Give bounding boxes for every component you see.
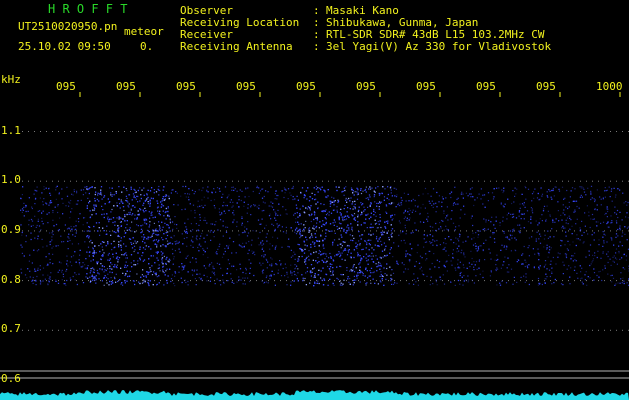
signal-level-trace xyxy=(0,390,629,400)
x-tick-label: 095 xyxy=(236,80,256,93)
x-tick-label: 095 xyxy=(416,80,436,93)
x-tick-label: 095 xyxy=(476,80,496,93)
filename-label: UT2510020950.pn xyxy=(18,20,118,33)
x-tick-label: 1000 xyxy=(596,80,623,93)
y-tick-label: 0.6 xyxy=(1,372,21,385)
y-tick-label: 1.1 xyxy=(1,124,21,137)
x-tick-label: 095 xyxy=(56,80,76,93)
x-tick-label: 095 xyxy=(536,80,556,93)
x-tick-label: 095 xyxy=(296,80,316,93)
x-tick-label: 095 xyxy=(356,80,376,93)
spectrogram-display xyxy=(0,92,629,400)
datetime-label: 25.10.02 09:50 xyxy=(18,40,111,53)
info-separator: : xyxy=(313,40,320,53)
y-tick-label: 0.7 xyxy=(1,322,21,335)
mode-label: meteor xyxy=(124,25,164,38)
x-tick-label: 095 xyxy=(116,80,136,93)
grid-lines xyxy=(22,131,629,331)
count-label: 0. xyxy=(140,40,154,53)
x-tick-label: 095 xyxy=(176,80,196,93)
app-title: H R O F F T xyxy=(48,2,128,16)
antenna-value: 3el Yagi(V) Az 330 for Vladivostok xyxy=(326,40,552,53)
y-tick-label: 0.8 xyxy=(1,273,21,286)
y-tick-label: 0.9 xyxy=(1,223,21,236)
antenna-label: Receiving Antenna xyxy=(180,40,293,53)
y-tick-label: 1.0 xyxy=(1,173,21,186)
spectrogram-noise xyxy=(20,185,629,287)
y-axis-unit: kHz xyxy=(1,73,21,86)
